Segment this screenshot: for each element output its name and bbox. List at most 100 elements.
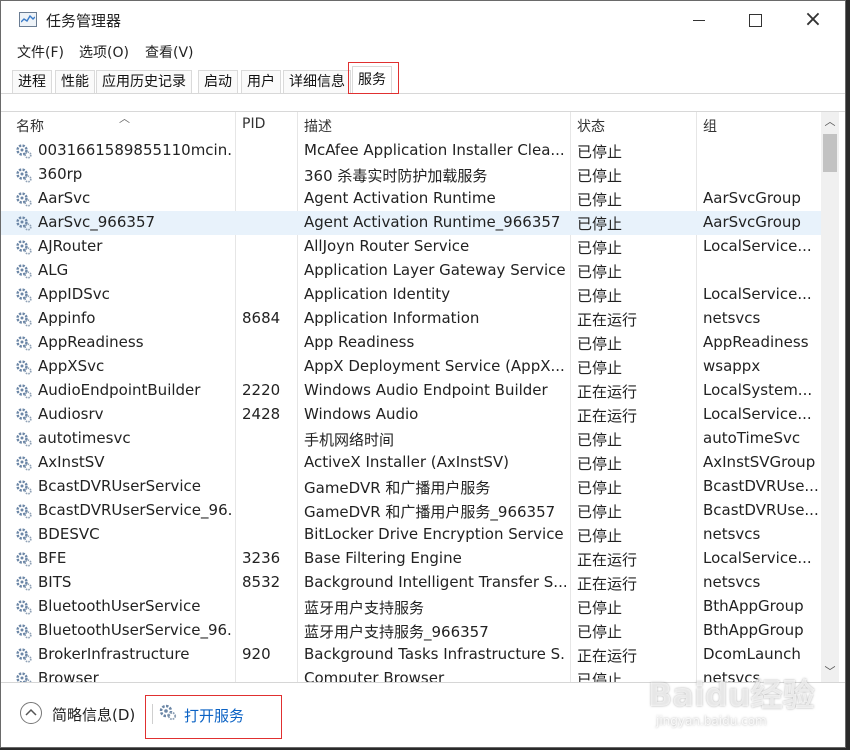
table-row[interactable]: BDESVC BitLocker Drive Encryption Service… <box>1 523 821 547</box>
table-row[interactable]: BcastDVRUserService_96... GameDVR 和广播用户服务… <box>1 499 821 523</box>
service-name: AJRouter <box>38 237 103 255</box>
fewer-details-button[interactable] <box>20 702 42 724</box>
sort-ascending-icon: ︿ <box>119 112 130 125</box>
table-row[interactable]: AarSvc Agent Activation Runtime 已停止 AarSvcG… <box>1 187 821 211</box>
table-row[interactable]: AppReadiness App Readiness 已停止 AppReadiness <box>1 331 821 355</box>
service-description: Windows Audio <box>304 405 419 423</box>
table-row[interactable]: AarSvc_966357 Agent Activation Runtime_96… <box>1 211 821 235</box>
services-tab-highlight <box>348 62 399 94</box>
scroll-up-icon[interactable]: ︿ <box>821 112 839 132</box>
service-gear-icon <box>15 407 33 423</box>
service-status: 已停止 <box>577 479 623 497</box>
service-status: 正在运行 <box>577 575 638 593</box>
service-status: 已停止 <box>577 503 623 521</box>
service-status: 正在运行 <box>577 551 638 569</box>
service-status: 已停止 <box>577 359 623 377</box>
tab-startup[interactable]: 启动 <box>198 70 238 93</box>
table-row[interactable]: Appinfo 8684 Application Information 正在运行 ne… <box>1 307 821 331</box>
service-gear-icon <box>15 143 33 159</box>
service-group: LocalService... <box>703 285 812 303</box>
service-gear-icon <box>15 215 33 231</box>
tab-users[interactable]: 用户 <box>241 70 281 93</box>
column-header-group[interactable]: 组 <box>703 116 717 136</box>
table-row[interactable]: AppXSvc AppX Deployment Service (AppX... 已… <box>1 355 821 379</box>
close-icon: × <box>803 7 823 32</box>
table-row[interactable]: AxInstSV ActiveX Installer (AxInstSV) 已停止 A… <box>1 451 821 475</box>
window-title: 任务管理器 <box>46 12 122 30</box>
service-group: AarSvcGroup <box>703 213 801 231</box>
maximize-button[interactable] <box>727 1 783 39</box>
service-description: Windows Audio Endpoint Builder <box>304 381 548 399</box>
tab-strip: 进程 性能 应用历史记录 启动 用户 详细信息 服务 <box>1 64 845 94</box>
close-button[interactable]: × <box>785 1 841 39</box>
table-row[interactable]: BITS 8532 Background Intelligent Transfer … <box>1 571 821 595</box>
title-bar[interactable]: 任务管理器 × <box>1 1 845 39</box>
column-header-status[interactable]: 状态 <box>577 116 605 136</box>
table-row[interactable]: BluetoothUserService 蓝牙用户支持服务 已停止 BthAppGro… <box>1 595 821 619</box>
scroll-down-icon[interactable]: ﹀ <box>821 662 839 682</box>
table-row[interactable]: autotimesvc 手机网络时间 已停止 autoTimeSvc <box>1 427 821 451</box>
service-group: BthAppGroup <box>703 621 804 639</box>
service-group: LocalService... <box>703 549 812 567</box>
column-header-pid[interactable]: PID <box>242 116 265 132</box>
table-row[interactable]: BFE 3236 Base Filtering Engine 正在运行 LocalSer… <box>1 547 821 571</box>
service-group: netsvcs <box>703 573 761 591</box>
service-group: LocalService... <box>703 237 812 255</box>
tab-details[interactable]: 详细信息 <box>283 70 351 93</box>
service-name: BluetoothUserService_96... <box>38 621 233 639</box>
task-manager-window: 任务管理器 × 文件(F) 选项(O) 查看(V) 进程 性能 应用历史记录 启… <box>0 0 846 748</box>
menu-options[interactable]: 选项(O) <box>79 42 129 62</box>
service-name: AppIDSvc <box>38 285 110 303</box>
fewer-details-label[interactable]: 简略信息(D) <box>52 704 135 725</box>
service-group: netsvcs <box>703 309 761 327</box>
services-table: ︿ 名称 PID 描述 状态 组 0031661589855110mcin...… <box>1 111 845 682</box>
service-status: 已停止 <box>577 263 623 281</box>
tab-performance[interactable]: 性能 <box>55 70 95 93</box>
services-gear-icon <box>159 704 177 721</box>
service-gear-icon <box>15 287 33 303</box>
service-name: 360rp <box>38 165 83 183</box>
menu-view[interactable]: 查看(V) <box>145 42 194 62</box>
footer-separator <box>152 704 153 724</box>
service-status: 已停止 <box>577 623 623 641</box>
table-row[interactable]: BcastDVRUserService GameDVR 和广播用户服务 已停止 Bca… <box>1 475 821 499</box>
tab-processes[interactable]: 进程 <box>12 70 52 93</box>
table-row[interactable]: AppIDSvc Application Identity 已停止 LocalServ… <box>1 283 821 307</box>
service-group: autoTimeSvc <box>703 429 801 447</box>
service-description: GameDVR 和广播用户服务 <box>304 479 491 497</box>
service-name: Browser <box>38 669 99 682</box>
column-header-name[interactable]: 名称 <box>16 116 44 136</box>
tab-app-history[interactable]: 应用历史记录 <box>96 70 192 93</box>
table-row[interactable]: AudioEndpointBuilder 2220 Windows Audio En… <box>1 379 821 403</box>
service-gear-icon <box>15 191 33 207</box>
table-row[interactable]: BluetoothUserService_96... 蓝牙用户支持服务_96635… <box>1 619 821 643</box>
service-gear-icon <box>15 167 33 183</box>
service-description: 蓝牙用户支持服务_966357 <box>304 623 489 641</box>
service-description: Base Filtering Engine <box>304 549 462 567</box>
table-row[interactable]: 360rp 360 杀毒实时防护加载服务 已停止 <box>1 163 821 187</box>
service-description: AppX Deployment Service (AppX... <box>304 357 565 375</box>
service-name: AxInstSV <box>38 453 105 471</box>
service-name: 0031661589855110mcin... <box>38 141 233 159</box>
table-row[interactable]: Audiosrv 2428 Windows Audio 正在运行 LocalServic… <box>1 403 821 427</box>
scroll-thumb[interactable] <box>823 134 837 172</box>
table-row[interactable]: AJRouter AllJoyn Router Service 已停止 LocalSe… <box>1 235 821 259</box>
maximize-icon <box>748 14 762 27</box>
column-header-description[interactable]: 描述 <box>304 116 332 136</box>
service-description: ActiveX Installer (AxInstSV) <box>304 453 510 471</box>
vertical-scrollbar[interactable]: ︿ ﹀ <box>821 112 839 682</box>
service-group: netsvcs <box>703 525 761 543</box>
service-name: AudioEndpointBuilder <box>38 381 201 399</box>
service-pid: 3236 <box>242 549 281 567</box>
menu-file[interactable]: 文件(F) <box>17 42 64 62</box>
minimize-icon <box>693 20 705 21</box>
open-services-link[interactable]: 打开服务 <box>184 705 244 726</box>
table-row[interactable]: ALG Application Layer Gateway Service 已停止 <box>1 259 821 283</box>
table-row[interactable]: BrokerInfrastructure 920 Background Tasks … <box>1 643 821 667</box>
watermark-logo: Baidu经验 <box>648 676 815 714</box>
service-status: 正在运行 <box>577 647 638 665</box>
service-group: DcomLaunch <box>703 645 801 663</box>
table-row[interactable]: 0031661589855110mcin... McAfee Applicatio… <box>1 139 821 163</box>
chevron-up-icon <box>25 708 37 716</box>
minimize-button[interactable] <box>671 1 727 39</box>
